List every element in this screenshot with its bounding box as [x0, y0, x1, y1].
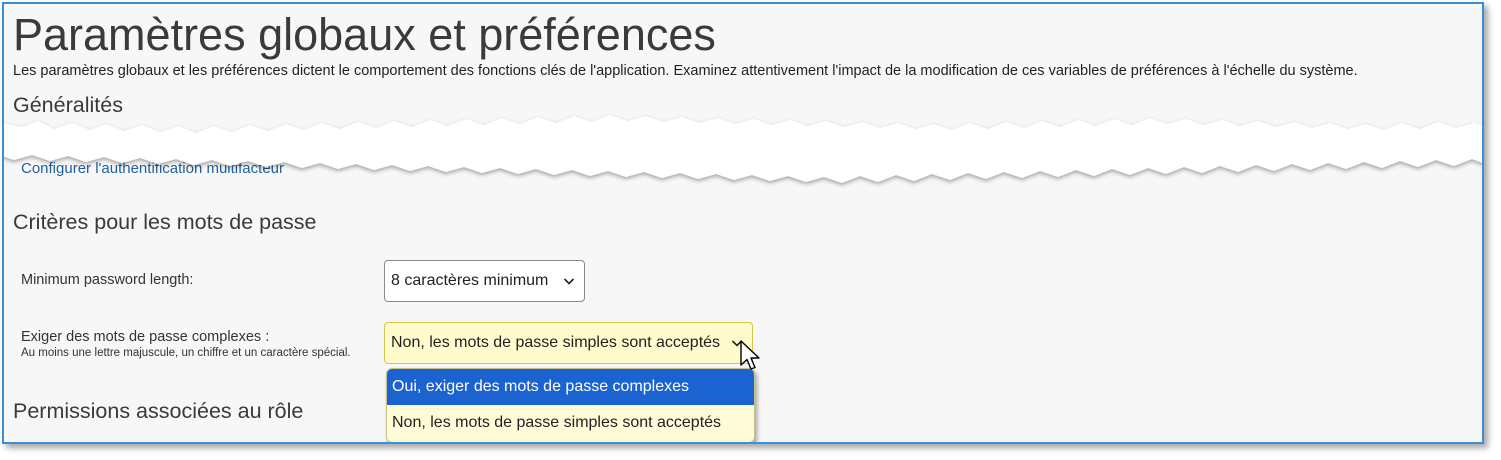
complex-password-label: Exiger des mots de passe complexes :	[21, 329, 270, 345]
page-description: Les paramètres globaux et les préférence…	[13, 63, 1358, 79]
min-length-select[interactable]: 8 caractères minimum	[384, 260, 585, 302]
torn-edge-divider	[4, 115, 1482, 183]
complex-password-hint: Au moins une lettre majuscule, un chiffr…	[21, 347, 351, 359]
option-allow-simple[interactable]: Non, les mots de passe simples sont acce…	[387, 405, 754, 441]
complex-password-value: Non, les mots de passe simples sont acce…	[391, 334, 721, 351]
settings-panel: Paramètres globaux et préférences Les pa…	[2, 2, 1484, 444]
min-length-label: Minimum password length:	[21, 272, 194, 288]
page-title: Paramètres globaux et préférences	[13, 9, 716, 60]
section-heading-roles: Permissions associées au rôle	[13, 399, 304, 423]
min-length-value: 8 caractères minimum	[391, 272, 549, 289]
section-heading-password: Critères pour les mots de passe	[13, 210, 317, 234]
complex-password-dropdown-list: Oui, exiger des mots de passe complexes …	[386, 368, 755, 442]
complex-password-select[interactable]: Non, les mots de passe simples sont acce…	[384, 322, 753, 364]
chevron-down-icon	[563, 278, 575, 285]
option-require-complex[interactable]: Oui, exiger des mots de passe complexes	[387, 369, 754, 405]
mouse-cursor-icon	[740, 340, 760, 370]
